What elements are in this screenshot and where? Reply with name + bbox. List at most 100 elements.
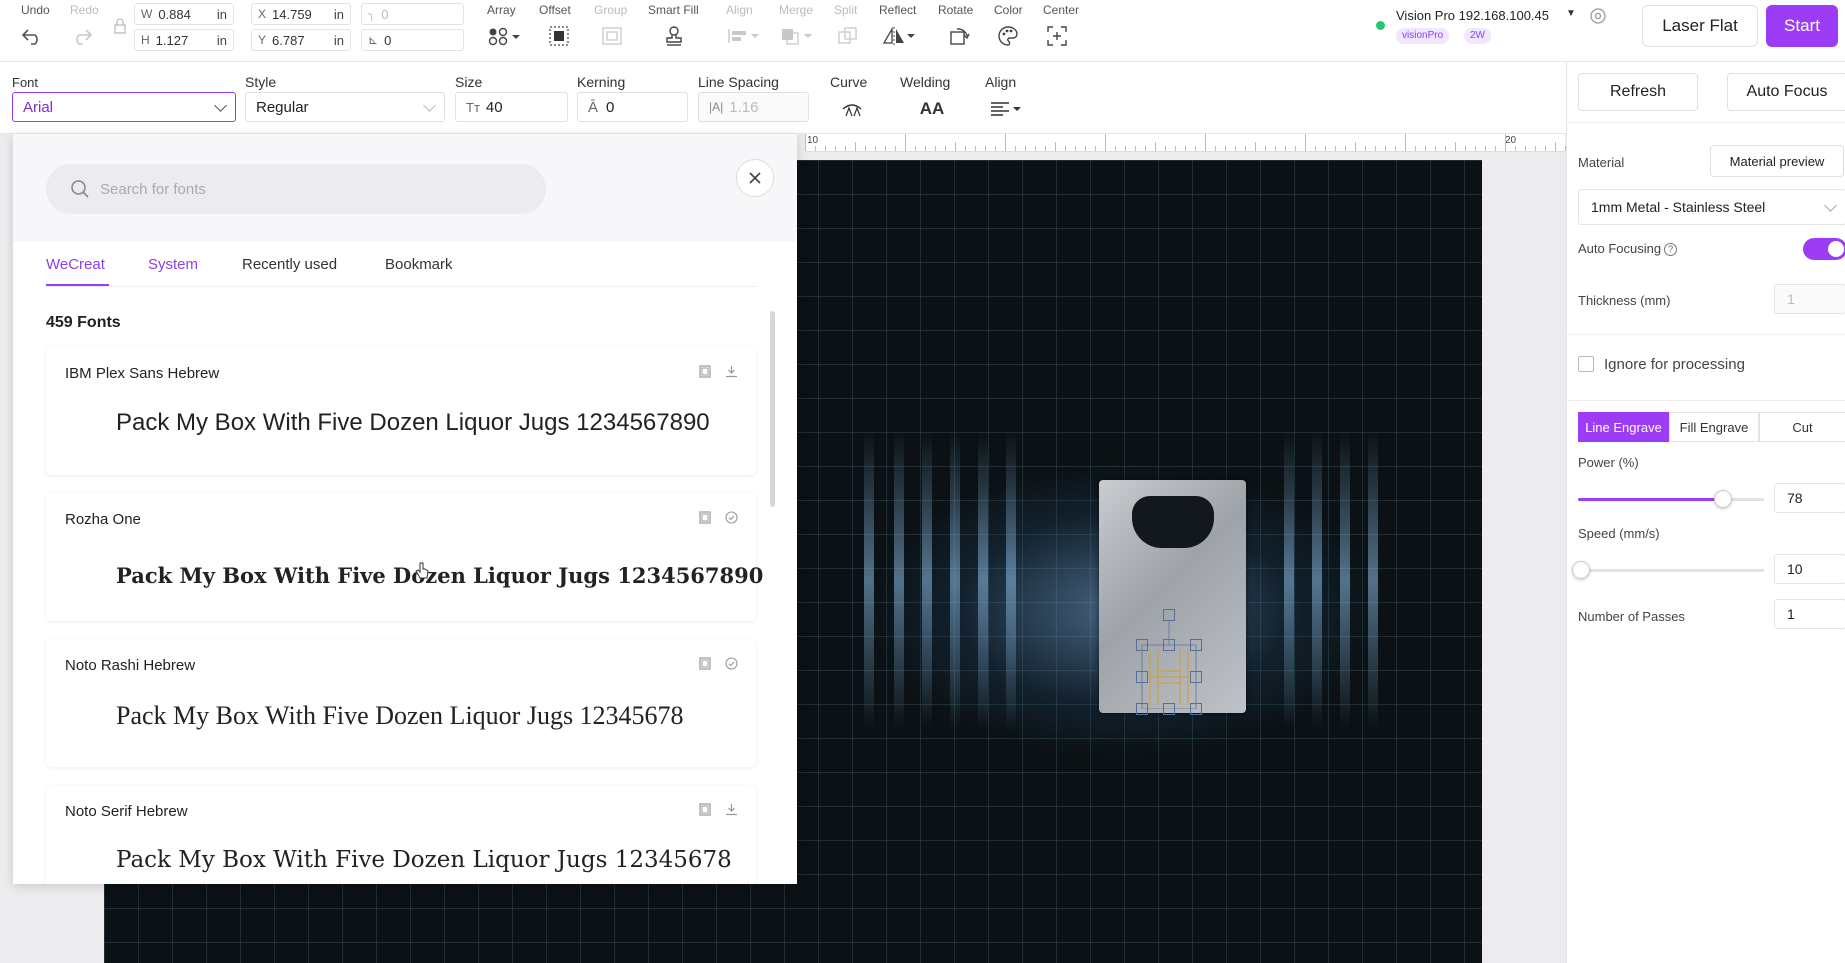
refresh-button[interactable]: Refresh xyxy=(1578,73,1698,111)
bookmark-icon[interactable] xyxy=(699,803,711,819)
array-icon xyxy=(487,24,523,48)
font-sample: Pack My Box With Five Dozen Liquor Jugs … xyxy=(116,701,684,730)
tab-bookmark[interactable]: Bookmark xyxy=(385,256,453,273)
laser-flat-button[interactable]: Laser Flat xyxy=(1642,5,1758,47)
auto-focusing-toggle[interactable] xyxy=(1803,238,1845,260)
thickness-label: Thickness (mm) xyxy=(1578,293,1671,308)
height-field[interactable]: H 1.127 in xyxy=(134,29,234,51)
font-card[interactable]: IBM Plex Sans Hebrew Pack My Box With Fi… xyxy=(46,347,756,475)
resize-handle-sw[interactable] xyxy=(1136,703,1148,715)
ruler-tick xyxy=(1105,134,1106,151)
width-field[interactable]: W 0.884 in xyxy=(134,3,234,25)
offset-label: Offset xyxy=(539,3,571,17)
light-stripe xyxy=(1340,430,1350,730)
connection-status-dot xyxy=(1376,21,1385,30)
bookmark-icon[interactable] xyxy=(699,657,711,673)
mode-line-engrave[interactable]: Line Engrave xyxy=(1578,412,1669,442)
ruler-tick xyxy=(855,142,856,151)
tab-system[interactable]: System xyxy=(148,256,198,273)
download-icon[interactable] xyxy=(725,803,738,819)
power-slider-fill xyxy=(1578,498,1724,501)
skew-field[interactable]: ⊾ 0 xyxy=(361,29,464,51)
chevron-down-icon xyxy=(423,99,436,112)
device-name[interactable]: Vision Pro 192.168.100.45 xyxy=(1396,8,1549,23)
font-card[interactable]: Noto Serif Hebrew Pack My Box With Five … xyxy=(46,785,756,884)
group-icon xyxy=(598,24,626,48)
auto-focus-button[interactable]: Auto Focus xyxy=(1727,73,1845,111)
curve-text-icon[interactable] xyxy=(840,100,864,118)
ruler-tick xyxy=(1335,146,1336,151)
passes-field[interactable]: 1 xyxy=(1774,599,1845,629)
resize-handle-nw[interactable] xyxy=(1136,639,1148,651)
resize-handle-n[interactable] xyxy=(1163,639,1175,651)
font-card-actions xyxy=(699,511,738,527)
mode-cut[interactable]: Cut xyxy=(1759,412,1845,442)
power-slider-thumb[interactable] xyxy=(1714,490,1733,508)
y-field[interactable]: Y 6.787 in xyxy=(251,29,351,51)
lock-ratio-icon[interactable] xyxy=(113,18,127,37)
kerning-field[interactable]: Ā 0 xyxy=(577,92,688,122)
font-name: Noto Serif Hebrew xyxy=(65,803,188,820)
rotate-handle[interactable] xyxy=(1163,609,1175,621)
ruler-tick xyxy=(865,146,866,151)
ruler-tick xyxy=(835,146,836,151)
resize-handle-e[interactable] xyxy=(1190,671,1202,683)
ruler-tick xyxy=(915,146,916,151)
tab-wecreat[interactable]: WeCreat xyxy=(46,256,105,273)
resize-handle-w[interactable] xyxy=(1136,671,1148,683)
font-select[interactable]: Arial xyxy=(12,92,236,122)
material-preview-button[interactable]: Material preview xyxy=(1710,145,1844,177)
mode-fill-engrave[interactable]: Fill Engrave xyxy=(1669,412,1759,442)
size-field[interactable]: Tт 40 xyxy=(455,92,568,122)
ruler-tick xyxy=(1205,134,1206,151)
ruler-tick xyxy=(1175,146,1176,151)
start-button[interactable]: Start xyxy=(1766,5,1838,47)
speed-field[interactable]: 10 xyxy=(1774,554,1845,584)
chevron-down-icon xyxy=(1824,199,1837,212)
ruler-tick xyxy=(1325,146,1326,151)
bookmark-icon[interactable] xyxy=(699,511,711,527)
resize-handle-se[interactable] xyxy=(1190,703,1202,715)
tab-recently-used[interactable]: Recently used xyxy=(242,256,337,273)
device-dropdown-icon[interactable]: ▼ xyxy=(1566,8,1576,19)
font-search-input[interactable]: Search for fonts xyxy=(46,164,546,214)
corner-radius-field[interactable]: ╮ 0 xyxy=(361,3,464,25)
group-label: Group xyxy=(594,3,628,17)
ruler-tick xyxy=(1505,134,1506,151)
align-label: Align xyxy=(726,3,753,17)
resize-handle-s[interactable] xyxy=(1163,703,1175,715)
material-select[interactable]: 1mm Metal - Stainless Steel xyxy=(1578,189,1845,225)
bookmark-icon[interactable] xyxy=(699,365,711,381)
font-card[interactable]: Rozha One Pack My Box With Five Dozen Li… xyxy=(46,493,763,621)
redo-icon[interactable] xyxy=(68,24,96,48)
welding-icon[interactable]: AA xyxy=(918,99,946,118)
device-model-badge: visionPro xyxy=(1396,28,1450,44)
ruler-tick xyxy=(815,146,816,151)
undo-icon[interactable] xyxy=(18,24,46,48)
style-select[interactable]: Regular xyxy=(245,92,445,122)
ruler-tick xyxy=(1365,146,1366,151)
power-slider[interactable] xyxy=(1578,490,1764,508)
font-name: IBM Plex Sans Hebrew xyxy=(65,365,220,382)
font-card[interactable]: Noto Rashi Hebrew Pack My Box With Five … xyxy=(46,639,756,767)
ruler-tick xyxy=(1245,146,1246,151)
resize-handle-ne[interactable] xyxy=(1190,639,1202,651)
power-field[interactable]: 78 xyxy=(1774,483,1845,513)
text-align-left-icon[interactable] xyxy=(988,100,1024,118)
line-spacing-field[interactable]: |A| 1.16 xyxy=(698,92,809,122)
ruler-tick xyxy=(1255,142,1256,151)
thickness-field[interactable]: 1 xyxy=(1774,284,1845,314)
ruler-tick xyxy=(1005,134,1006,151)
device-settings-icon[interactable] xyxy=(1589,7,1607,28)
speed-slider[interactable] xyxy=(1572,561,1764,579)
close-icon xyxy=(749,172,761,184)
close-button[interactable] xyxy=(736,159,774,197)
font-list-scrollbar[interactable] xyxy=(770,311,775,507)
ignore-processing-checkbox[interactable] xyxy=(1578,356,1594,372)
ruler-tick xyxy=(825,146,826,151)
x-field[interactable]: X 14.759 in xyxy=(251,3,351,25)
help-icon[interactable]: ? xyxy=(1664,243,1678,257)
download-icon[interactable] xyxy=(725,365,738,381)
speed-slider-thumb[interactable] xyxy=(1572,561,1591,579)
selected-text-object[interactable] xyxy=(1136,609,1202,715)
